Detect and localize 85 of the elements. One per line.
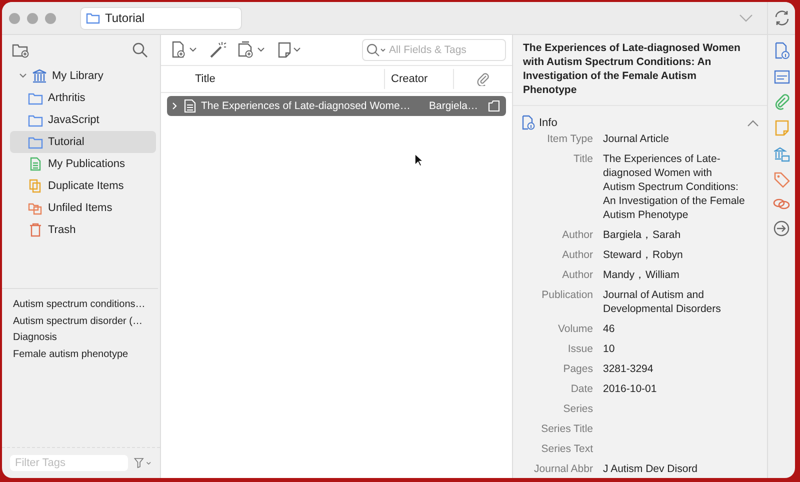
field-value[interactable]: Mandy，William	[603, 268, 745, 282]
paperclip-icon[interactable]	[774, 94, 790, 110]
search-icon	[366, 43, 388, 57]
note-icon[interactable]	[774, 120, 788, 136]
filter-icon[interactable]	[134, 456, 152, 470]
field-value[interactable]: 46	[603, 322, 745, 336]
collection-item[interactable]: Arthritis	[10, 87, 156, 109]
field-value[interactable]: 2016-10-01	[603, 382, 745, 396]
link-icon[interactable]	[773, 198, 790, 210]
field-label: Author	[561, 248, 593, 262]
field-value[interactable]: 3281-3294	[603, 362, 745, 376]
locate-icon[interactable]	[773, 220, 790, 237]
field-label: Issue	[566, 342, 593, 356]
zoom-window-button[interactable]	[45, 12, 56, 24]
collection-item[interactable]: Duplicate Items	[10, 175, 156, 197]
field-value[interactable]: 10	[603, 342, 745, 356]
collapse-icon[interactable]	[747, 118, 759, 126]
tag-item[interactable]: Female autism phenotype	[13, 346, 158, 363]
new-note-icon[interactable]	[277, 41, 303, 59]
abstract-icon[interactable]	[774, 70, 790, 84]
tag-item[interactable]: Autism spectrum conditions…	[13, 297, 158, 314]
field-label: Date	[570, 382, 593, 396]
minimize-window-button[interactable]	[27, 12, 38, 24]
field-value[interactable]: J Autism Dev Disord	[603, 462, 745, 476]
field-label: Volume	[556, 322, 593, 336]
sync-icon[interactable]	[772, 9, 790, 27]
item-row[interactable]: The Experiences of Late-diagnosed Wome… Bargiela…	[167, 96, 506, 116]
folder-icon	[28, 92, 43, 104]
window-tab[interactable]: Tutorial	[80, 6, 242, 30]
search-icon[interactable]	[132, 42, 148, 58]
paperclip-icon[interactable]	[476, 72, 490, 86]
document-icon	[184, 99, 196, 113]
field-label: Author	[561, 268, 593, 282]
trash-icon	[28, 223, 43, 237]
collection-item[interactable]: My Publications	[10, 153, 156, 175]
field-value[interactable]: The Experiences of Late-diagnosed Women with Autism Spectrum Conditions: An Investigation of the Female Autism Phenotype	[603, 152, 745, 222]
field-label: Journal Abbr	[533, 462, 593, 476]
field-value[interactable]: Bargiela，Sarah	[603, 228, 745, 242]
chevron-icon[interactable]	[171, 102, 179, 110]
folder-icon	[28, 136, 43, 148]
field-label: Series Title	[540, 422, 593, 436]
tag-item[interactable]: Diagnosis	[13, 330, 158, 346]
field-label: Series Text	[540, 442, 593, 456]
field-label: Series	[562, 402, 593, 416]
chevron-down-icon[interactable]	[739, 14, 753, 22]
attachment-icon	[488, 100, 500, 112]
title-cell-text: The Experiences of Late-diagnosed Wome…	[201, 100, 412, 112]
magic-wand-icon[interactable]	[209, 41, 227, 59]
tag-icon[interactable]	[774, 172, 790, 188]
new-collection-icon[interactable]	[12, 42, 30, 58]
close-window-button[interactable]	[9, 12, 20, 24]
document-info-icon	[521, 115, 535, 130]
mouse-cursor-icon	[414, 153, 423, 167]
field-label: Item Type	[546, 132, 593, 146]
add-attachment-icon[interactable]	[237, 41, 267, 59]
library-item[interactable]: My Library	[9, 65, 156, 87]
duplicate-icon	[28, 179, 43, 193]
search-field[interactable]: All Fields & Tags	[362, 39, 506, 61]
field-label: Publication	[540, 288, 593, 303]
library-icon	[32, 69, 47, 83]
column-header[interactable]: Title	[161, 69, 385, 89]
field-value[interactable]: Steward，Robyn	[603, 248, 745, 262]
chevron-icon[interactable]	[19, 72, 27, 80]
creator-cell-text: Bargiela…	[429, 100, 480, 112]
collection-item[interactable]: Trash	[10, 219, 156, 241]
new-item-icon[interactable]	[171, 41, 199, 59]
folder-icon	[86, 12, 100, 24]
field-value[interactable]: Journal of Autism and Developmental Disorders	[603, 288, 745, 316]
field-label: Pages	[562, 362, 593, 376]
filter-tags-field[interactable]: Filter Tags	[10, 455, 128, 471]
collection-item[interactable]: Tutorial	[10, 131, 156, 153]
column-header[interactable]: Creator	[385, 69, 454, 89]
collection-item[interactable]: Unfiled Items	[10, 197, 156, 219]
tag-item[interactable]: Autism spectrum disorder (…	[13, 314, 158, 330]
field-label: Author	[561, 228, 593, 242]
folder-icon	[28, 114, 43, 126]
document-icon	[28, 157, 43, 171]
library-collections-icon[interactable]	[774, 146, 790, 162]
item-title: The Experiences of Late-diagnosed Women with Autism Spectrum Conditions: An Investigation of the Female Autism Phenotype	[513, 35, 767, 106]
info-section-header[interactable]: Info	[513, 108, 767, 132]
field-value[interactable]: Journal Article	[603, 132, 745, 146]
unfiled-icon	[28, 201, 43, 215]
collection-item[interactable]: JavaScript	[10, 109, 156, 131]
info-icon[interactable]	[774, 42, 790, 60]
field-label: Title	[572, 152, 593, 167]
